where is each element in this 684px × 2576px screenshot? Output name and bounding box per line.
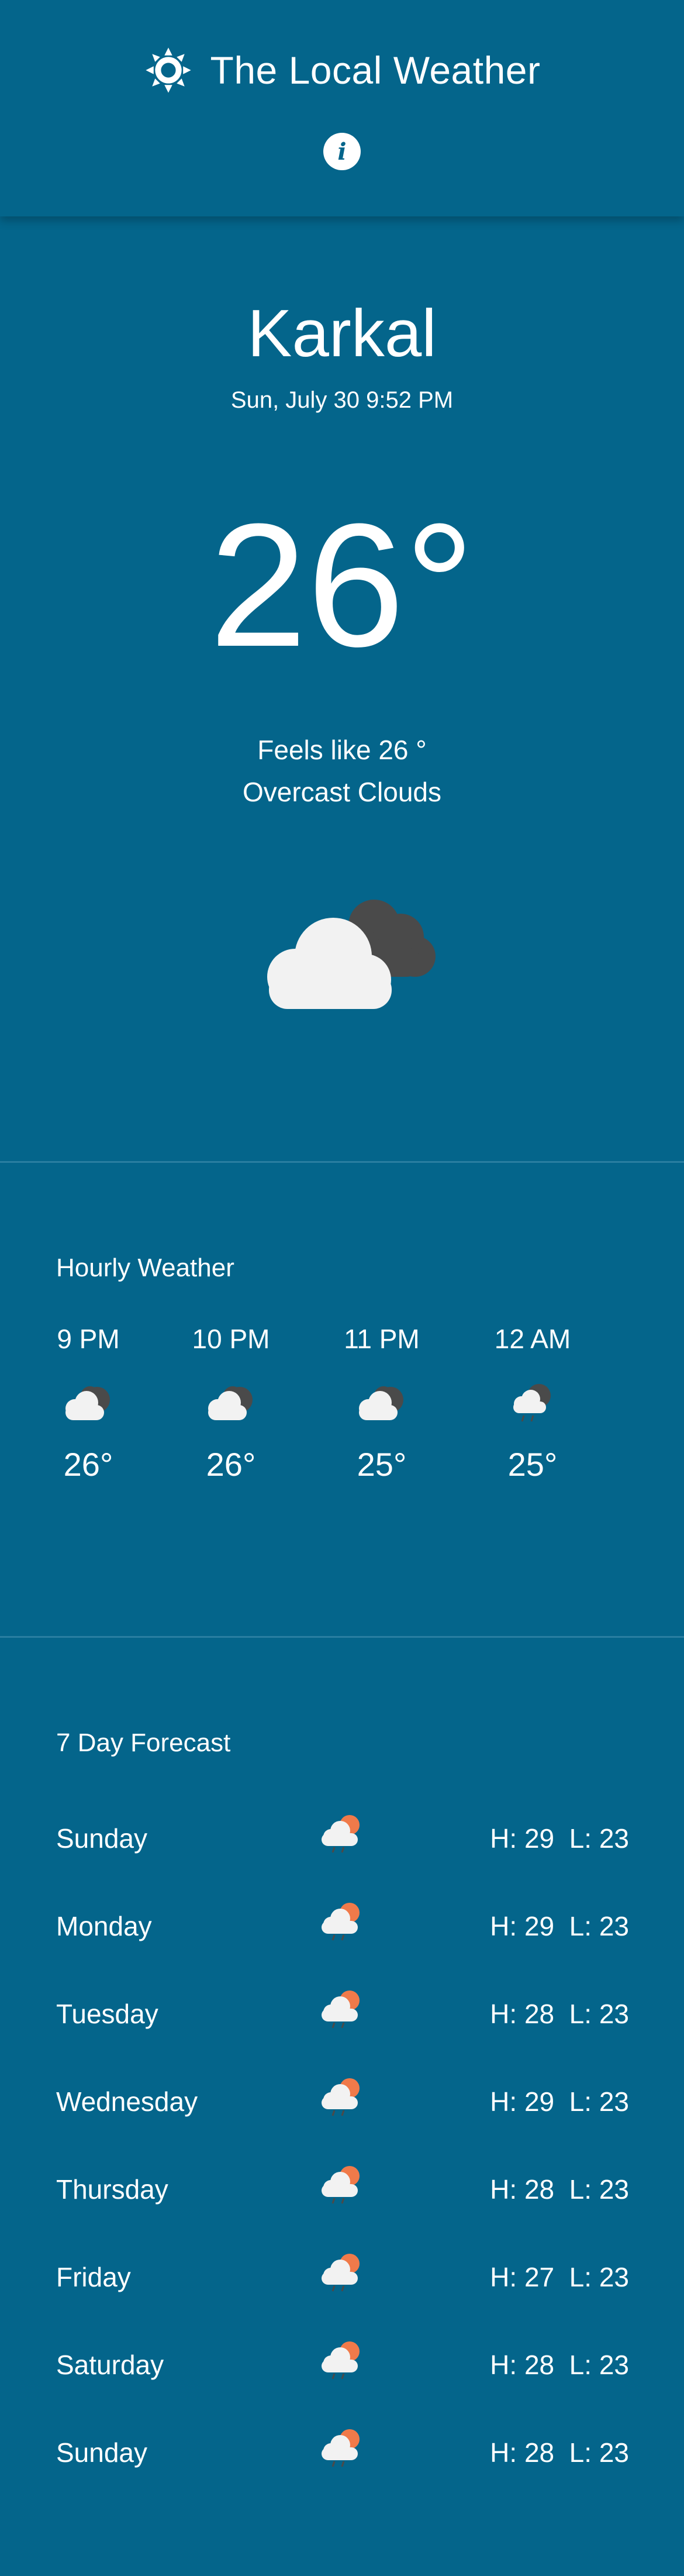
hour-time: 12 AM (494, 1324, 571, 1354)
brand: The Local Weather (0, 41, 684, 99)
overcast-clouds-icon (267, 900, 436, 1009)
hour-temp: 26° (63, 1446, 113, 1483)
cloud-moon-icon (65, 1386, 110, 1420)
high-low: H: 29 L: 23 (490, 2086, 629, 2117)
hour-temp: 26° (206, 1446, 256, 1483)
forecast-row: Thursday H: 28 L: 23 (56, 2164, 629, 2211)
high-low: H: 28 L: 23 (490, 2174, 629, 2205)
current-weather: Karkal Sun, July 30 9:52 PM 26° Feels li… (0, 216, 684, 1161)
sun-icon (145, 47, 191, 93)
forecast-title: 7 Day Forecast (56, 1728, 231, 1757)
day-name: Tuesday (56, 1999, 158, 2029)
day-name: Thursday (56, 2174, 168, 2205)
current-datetime: Sun, July 30 9:52 PM (230, 387, 454, 413)
hour-time: 9 PM (57, 1324, 120, 1354)
info-button[interactable]: i (323, 133, 361, 170)
high-low: H: 29 L: 23 (490, 1823, 629, 1854)
forecast-row: Monday H: 29 L: 23 (56, 1901, 629, 1948)
hourly-title: Hourly Weather (56, 1253, 234, 1282)
high-low: H: 28 L: 23 (490, 1999, 629, 2029)
sun-cloud-rain-icon (322, 2078, 360, 2116)
feels-like: Feels like 26 ° (257, 735, 427, 765)
day-name: Friday (56, 2262, 131, 2292)
sun-cloud-rain-icon (322, 2254, 360, 2292)
high-low: H: 28 L: 23 (490, 2437, 629, 2468)
cloud-moon-icon (359, 1386, 403, 1420)
forecast-row: Tuesday H: 28 L: 23 (56, 1989, 629, 2036)
sun-cloud-rain-icon (322, 2341, 360, 2379)
day-name: Monday (56, 1911, 152, 1941)
sun-cloud-rain-icon (322, 2166, 360, 2204)
high-low: H: 29 L: 23 (490, 1911, 629, 1941)
day-name: Wednesday (56, 2086, 198, 2117)
hour-temp: 25° (507, 1446, 558, 1483)
info-icon: i (337, 137, 347, 166)
high-low: H: 27 L: 23 (490, 2262, 629, 2292)
cloud-moon-icon (208, 1386, 253, 1420)
hour-time: 11 PM (344, 1324, 420, 1354)
hour-item: 10 PM 26° (187, 1323, 275, 1483)
sun-cloud-rain-icon (322, 2429, 360, 2467)
forecast-row: Friday H: 27 L: 23 (56, 2252, 629, 2299)
divider (0, 1161, 684, 1163)
hour-item: 12 AM 25° (489, 1323, 576, 1483)
current-temperature: 26° (209, 487, 475, 683)
forecast-row: Wednesday H: 29 L: 23 (56, 2076, 629, 2123)
hour-item: 9 PM 26° (50, 1323, 126, 1483)
app-header: The Local Weather i (0, 0, 684, 216)
city-name: Karkal (247, 297, 437, 371)
weather-description: Overcast Clouds (242, 777, 441, 807)
high-low: H: 28 L: 23 (490, 2350, 629, 2380)
forecast-row: Saturday H: 28 L: 23 (56, 2340, 629, 2386)
day-name: Sunday (56, 1823, 148, 1854)
sun-cloud-rain-icon (322, 1903, 360, 1941)
hour-temp: 25° (357, 1446, 407, 1483)
hour-item: 11 PM 25° (338, 1323, 426, 1483)
cloud-rain-night-icon (513, 1384, 551, 1422)
day-name: Sunday (56, 2437, 148, 2468)
divider (0, 1636, 684, 1638)
sun-cloud-rain-icon (322, 1815, 360, 1853)
forecast-row: Sunday H: 29 L: 23 (56, 1813, 629, 1860)
forecast-row: Sunday H: 28 L: 23 (56, 2427, 629, 2474)
day-name: Saturday (56, 2350, 164, 2380)
hour-time: 10 PM (192, 1324, 270, 1354)
sun-cloud-rain-icon (322, 1990, 360, 2029)
app-title: The Local Weather (210, 49, 541, 92)
